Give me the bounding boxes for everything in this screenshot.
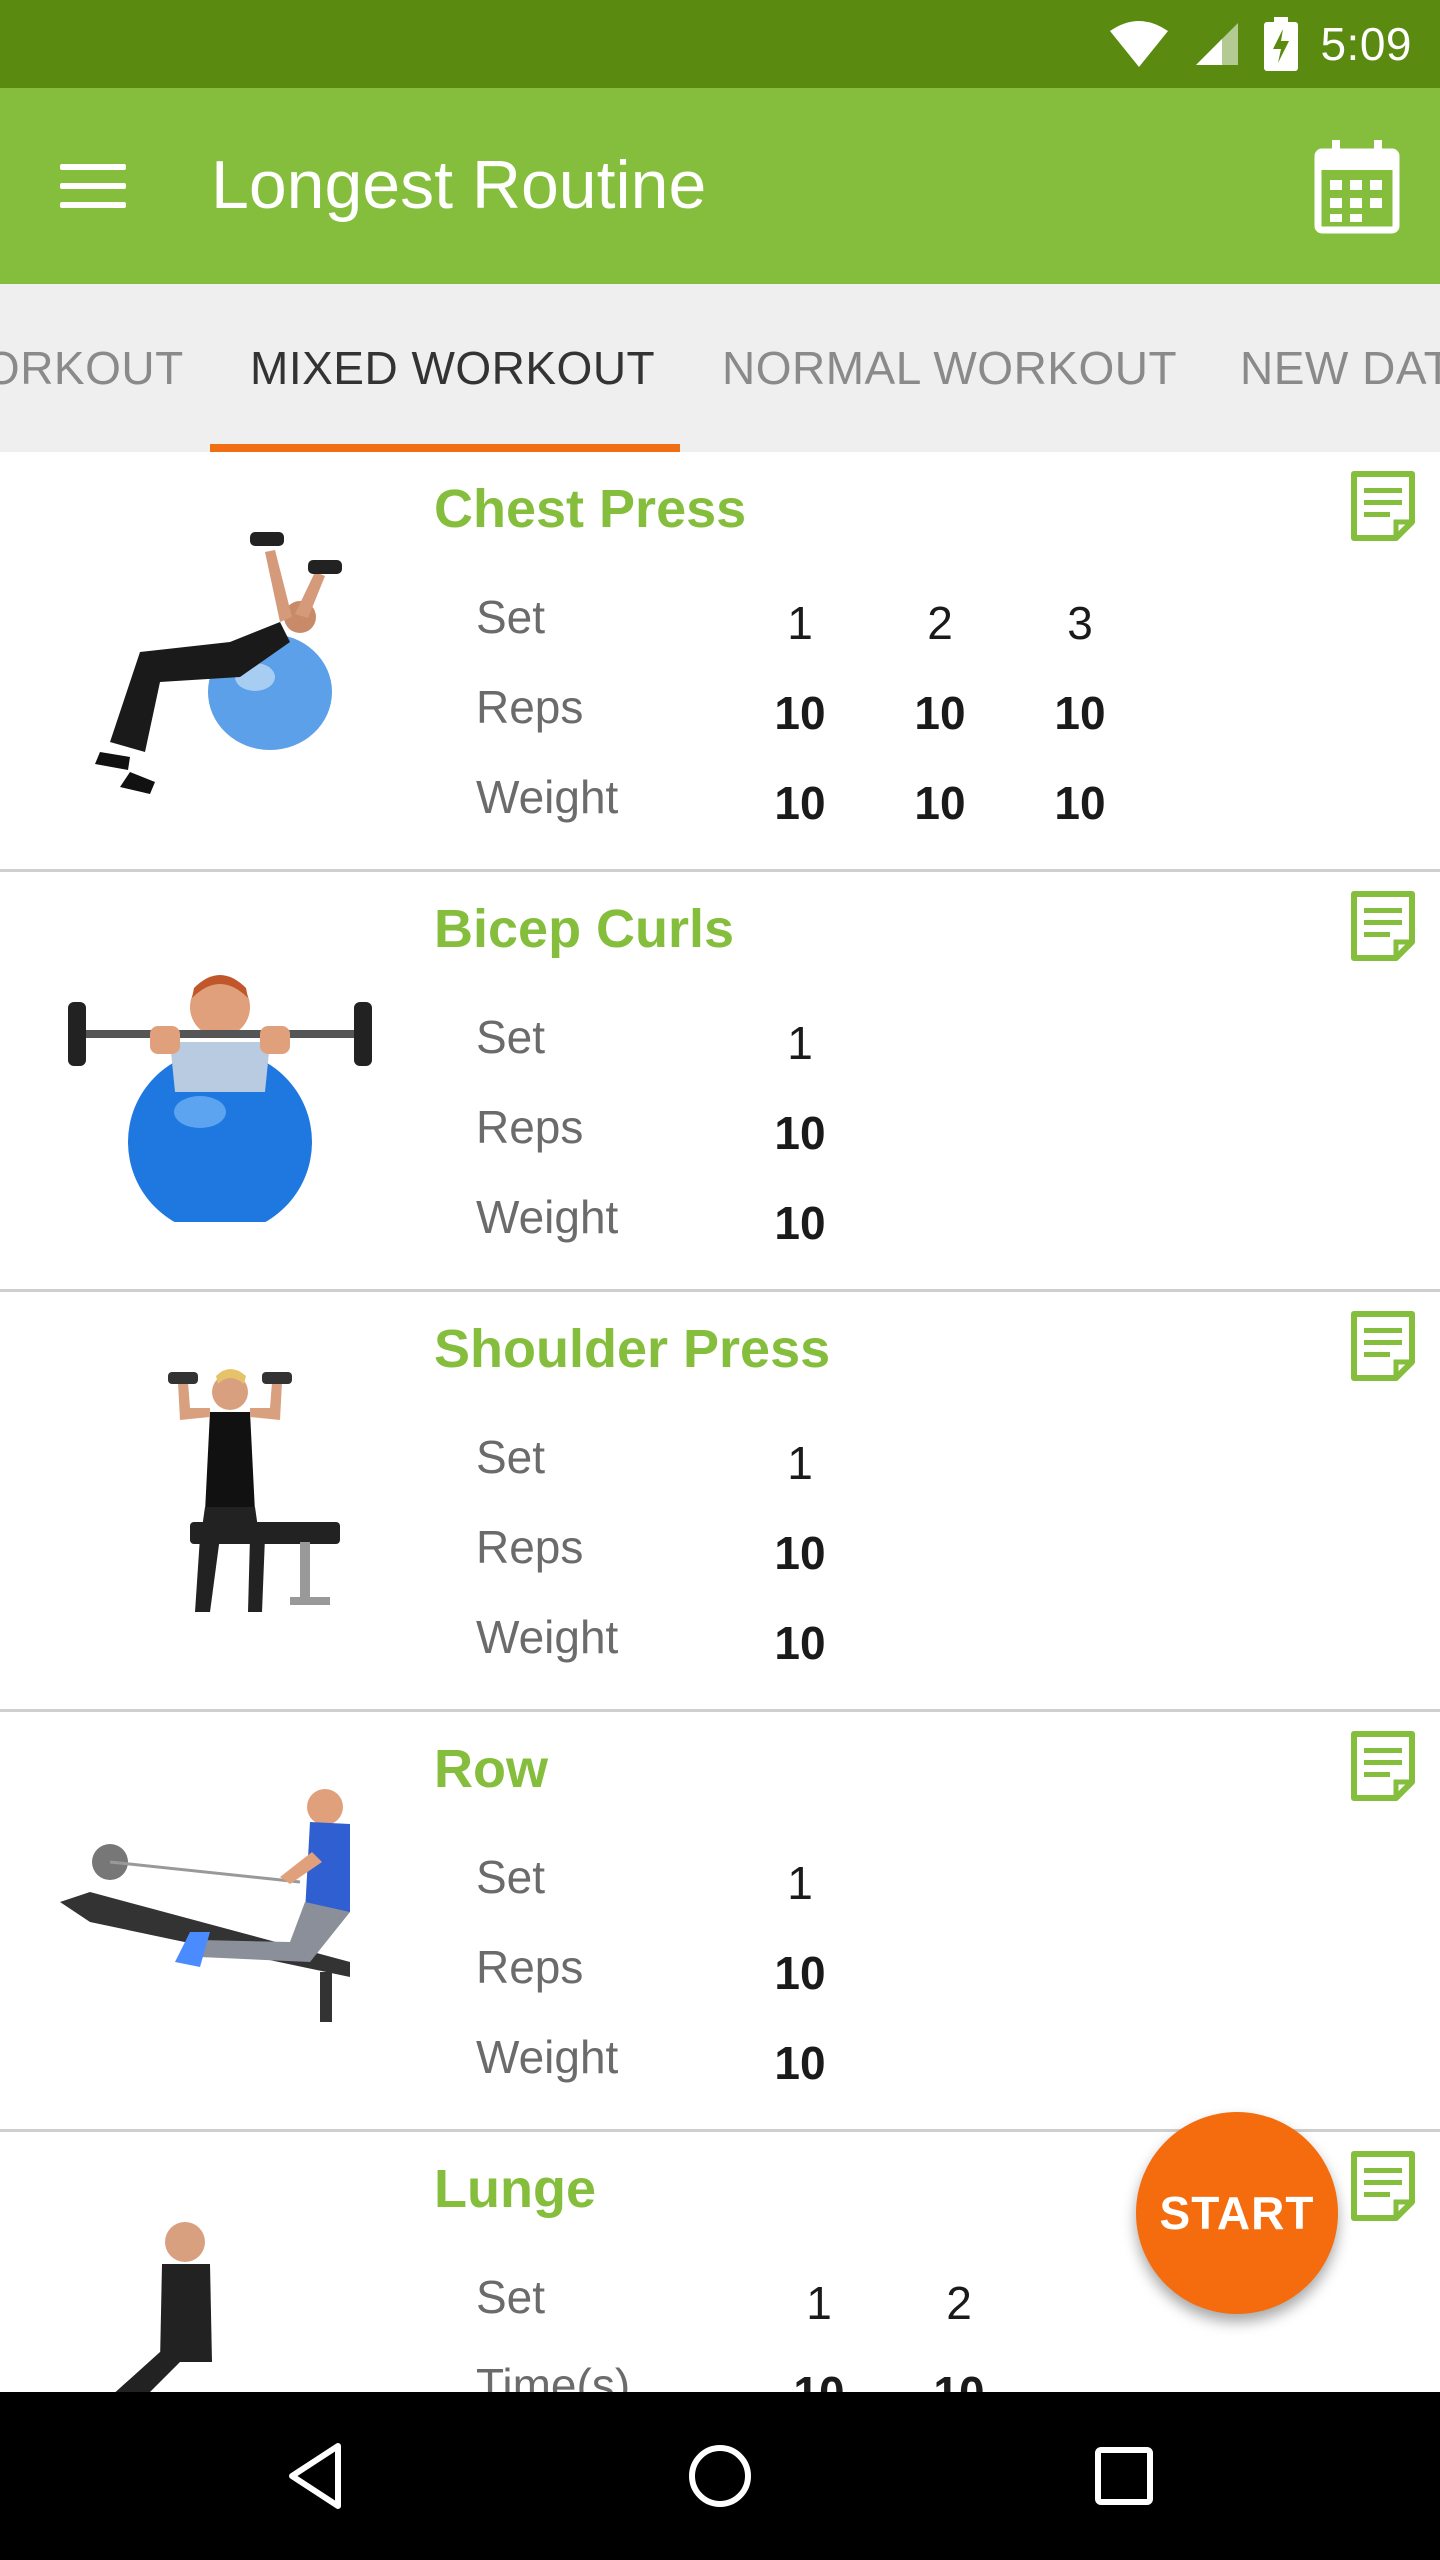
exercise-title: Row [434, 1739, 548, 1799]
weight-label: Weight [476, 1191, 619, 1243]
wifi-icon [1110, 21, 1169, 67]
shoulder-press-image [168, 1369, 340, 1612]
time-value: 10 [919, 2366, 999, 2392]
exercise-card-bicep-curls[interactable]: Bicep Curls Set Reps Weight 1 10 10 [0, 872, 1440, 1292]
set-label: Set [476, 1431, 546, 1483]
tab-normal-workout[interactable]: NORMAL WORKOUT [722, 284, 1177, 452]
back-icon[interactable] [276, 2436, 356, 2516]
reps-label: Reps [476, 1101, 584, 1153]
exercise-title: Bicep Curls [434, 899, 735, 959]
reps-value: 10 [914, 687, 966, 739]
exercise-title: Chest Press [434, 479, 747, 539]
home-icon[interactable] [680, 2436, 760, 2516]
set-value: 1 [806, 2277, 832, 2329]
weight-label: Weight [476, 2031, 619, 2083]
lunge-image [115, 2222, 212, 2392]
reps-value: 10 [1054, 687, 1106, 739]
set-value: 1 [787, 1017, 813, 1069]
exercise-card-row[interactable]: Row Set Reps Weight 1 10 10 [0, 1712, 1440, 2132]
set-value: 1 [787, 597, 813, 649]
app-bar: Longest Routine [0, 88, 1440, 284]
reps-label: Reps [476, 681, 584, 733]
status-icons: 5:09 [1108, 0, 1412, 88]
set-label: Set [476, 1011, 546, 1063]
reps-value: 10 [774, 1947, 826, 1999]
weight-value: 10 [774, 2037, 826, 2089]
exercise-card-chest-press[interactable]: Chest Press Set Reps Weight 1 2 3 10 10 … [0, 452, 1440, 872]
start-button[interactable]: START [1136, 2112, 1338, 2314]
chest-press-image [95, 532, 342, 794]
set-label: Set [476, 2271, 546, 2323]
calendar-icon[interactable] [1314, 138, 1400, 234]
weight-value: 10 [1054, 777, 1106, 829]
time-value: 10 [779, 2366, 859, 2392]
note-icon[interactable] [1350, 2150, 1416, 2222]
time-label: Time(s) [476, 2359, 631, 2392]
weight-label: Weight [476, 771, 619, 823]
set-value: 1 [787, 1857, 813, 1909]
exercise-title: Lunge [434, 2159, 596, 2219]
reps-label: Reps [476, 1941, 584, 1993]
tab-workout[interactable]: WORKOUT [0, 284, 184, 452]
exercise-title: Shoulder Press [434, 1319, 831, 1379]
reps-value: 10 [774, 687, 826, 739]
tab-bar: WORKOUT MIXED WORKOUT NORMAL WORKOUT NEW… [0, 284, 1440, 452]
bicep-curls-image [68, 975, 372, 1222]
tab-indicator [210, 444, 680, 452]
exercise-card-shoulder-press[interactable]: Shoulder Press Set Reps Weight 1 10 10 [0, 1292, 1440, 1712]
set-value: 2 [927, 597, 953, 649]
row-image [60, 1789, 350, 2022]
menu-icon[interactable] [60, 152, 132, 220]
recents-icon[interactable] [1084, 2436, 1164, 2516]
tab-mixed-workout[interactable]: MIXED WORKOUT [250, 284, 655, 452]
exercise-list: Chest Press Set Reps Weight 1 2 3 10 10 … [0, 452, 1440, 2392]
set-label: Set [476, 591, 546, 643]
status-bar: 5:09 [0, 0, 1440, 88]
weight-label: Weight [476, 1611, 619, 1663]
weight-value: 10 [914, 777, 966, 829]
weight-value: 10 [774, 1617, 826, 1669]
battery-charging-icon [1264, 17, 1299, 71]
nav-bar [0, 2392, 1440, 2560]
weight-value: 10 [774, 777, 826, 829]
reps-label: Reps [476, 1521, 584, 1573]
set-label: Set [476, 1851, 546, 1903]
note-icon[interactable] [1350, 1310, 1416, 1382]
note-icon[interactable] [1350, 1730, 1416, 1802]
reps-value: 10 [774, 1107, 826, 1159]
app-title: Longest Routine [211, 147, 707, 223]
reps-value: 10 [774, 1527, 826, 1579]
signal-icon [1196, 23, 1239, 65]
weight-value: 10 [774, 1197, 826, 1249]
set-value: 3 [1067, 597, 1093, 649]
status-time: 5:09 [1320, 18, 1412, 70]
set-value: 1 [787, 1437, 813, 1489]
tab-new-dat[interactable]: NEW DAT [1240, 284, 1440, 452]
note-icon[interactable] [1350, 470, 1416, 542]
set-value: 2 [946, 2277, 972, 2329]
note-icon[interactable] [1350, 890, 1416, 962]
